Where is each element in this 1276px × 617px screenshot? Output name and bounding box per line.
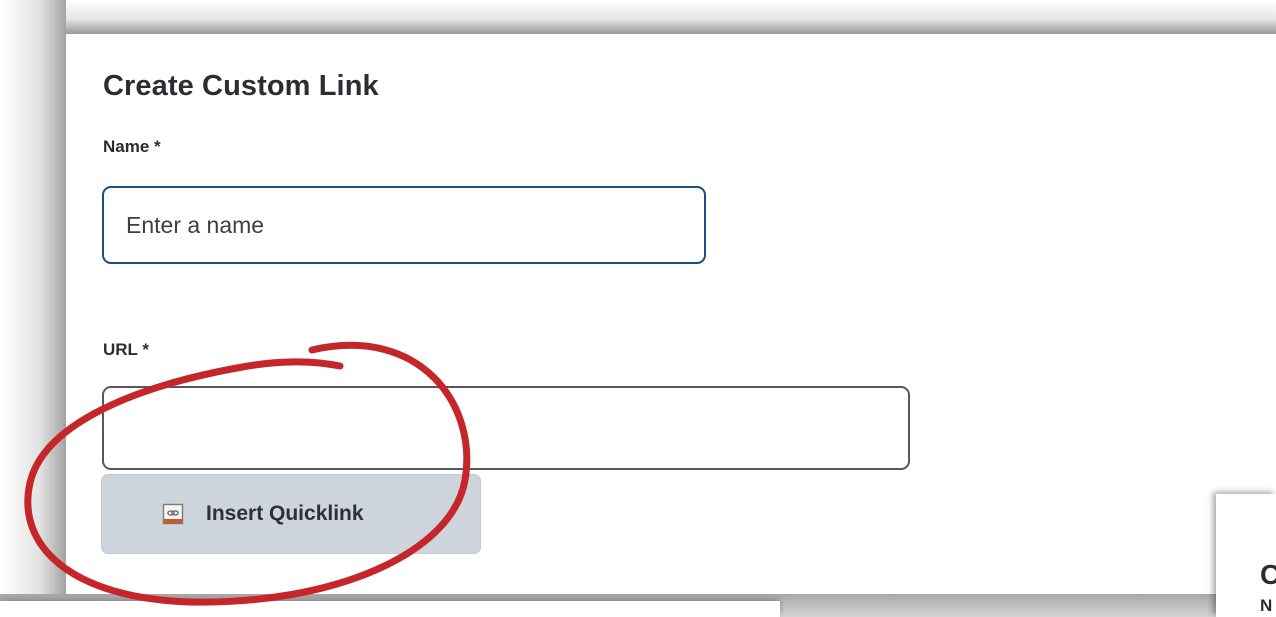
insert-quicklink-button[interactable]: Insert Quicklink [101,474,481,554]
background-gradient-top [0,0,1276,34]
background-gradient-left [0,0,66,617]
url-input[interactable] [102,386,910,470]
name-input[interactable] [102,186,706,264]
url-label: URL * [103,340,149,359]
underlying-dialog-panel: C N [1216,494,1276,617]
underlying-dialog-title-partial: C [1260,559,1276,590]
quicklink-icon [162,503,184,525]
name-label: Name * [103,137,161,156]
dialog-title: Create Custom Link [103,70,379,102]
insert-quicklink-label: Insert Quicklink [206,502,364,525]
underlying-panel-bottom [0,601,780,617]
underlying-dialog-label-partial: N [1260,596,1273,615]
create-custom-link-dialog: Create Custom Link Name * URL * Insert Q… [66,34,1276,594]
